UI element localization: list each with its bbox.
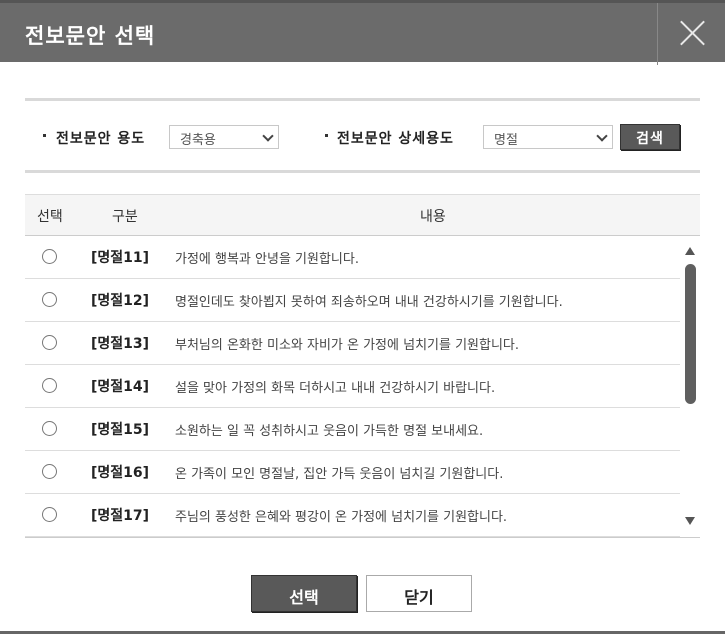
header-content: 내용 xyxy=(420,209,446,225)
chevron-down-icon xyxy=(596,130,608,142)
close-icon[interactable] xyxy=(657,3,725,65)
header-select: 선택 xyxy=(37,209,63,225)
detail-purpose-label: 전보문안 상세용도 xyxy=(337,131,454,147)
table-row[interactable]: [명절14] 설을 맞아 가정의 화목 더하시고 내내 건강하시기 바랍니다. xyxy=(25,365,680,408)
bullet-icon xyxy=(43,134,46,137)
select-radio[interactable] xyxy=(42,292,57,307)
select-radio[interactable] xyxy=(42,464,57,479)
table-row[interactable]: [명절13] 부처님의 온화한 미소와 자비가 온 가정에 넘치기를 기원합니다… xyxy=(25,322,680,365)
row-content: 명절인데도 찾아뵙지 못하여 죄송하오며 내내 건강하시기를 기원합니다. xyxy=(175,295,563,310)
row-category: [명절14] xyxy=(91,379,150,395)
row-content: 설을 맞아 가정의 화목 더하시고 내내 건강하시기 바랍니다. xyxy=(175,381,496,396)
select-radio[interactable] xyxy=(42,421,57,436)
select-radio[interactable] xyxy=(42,249,57,264)
row-content: 온 가족이 모인 명절날, 집안 가득 웃음이 넘치길 기원합니다. xyxy=(175,467,504,482)
search-button[interactable]: 검색 xyxy=(620,124,680,150)
dialog-titlebar: 전보문안 선택 xyxy=(0,0,725,65)
row-content: 가정에 행복과 안녕을 기원합니다. xyxy=(175,252,359,267)
purpose-label: 전보문안 용도 xyxy=(56,131,146,147)
row-category: [명절16] xyxy=(91,465,150,481)
table-row[interactable]: [명절16] 온 가족이 모인 명절날, 집안 가득 웃음이 넘치길 기원합니다… xyxy=(25,451,680,494)
table-row[interactable]: [명절15] 소원하는 일 꼭 성취하시고 웃음이 가득한 명절 보내세요. xyxy=(25,408,680,451)
row-content: 부처님의 온화한 미소와 자비가 온 가정에 넘치기를 기원합니다. xyxy=(175,338,520,353)
row-content: 주님의 풍성한 은혜와 평강이 온 가정에 넘치기를 기원합니다. xyxy=(175,510,508,525)
scroll-up-icon[interactable] xyxy=(685,247,695,255)
select-button[interactable]: 선택 xyxy=(251,575,357,612)
row-category: [명절11] xyxy=(91,250,150,266)
table-row[interactable]: [명절17] 주님의 풍성한 은혜와 평강이 온 가정에 넘치기를 기원합니다. xyxy=(25,494,680,537)
row-category: [명절13] xyxy=(91,336,150,352)
header-category: 구분 xyxy=(112,209,138,225)
bullet-icon xyxy=(325,134,328,137)
row-category: [명절15] xyxy=(91,422,150,438)
table-row[interactable]: [명절11] 가정에 행복과 안녕을 기원합니다. xyxy=(25,236,680,279)
chevron-down-icon xyxy=(262,130,274,142)
select-radio[interactable] xyxy=(42,507,57,522)
telegram-template-dialog: 전보문안 선택 전보문안 용도 경축용 전보문안 상세용도 명절 검색 선택 구… xyxy=(0,0,725,634)
row-category: [명절17] xyxy=(91,508,150,524)
row-category: [명절12] xyxy=(91,293,150,309)
select-radio[interactable] xyxy=(42,335,57,350)
row-content: 소원하는 일 꼭 성취하시고 웃음이 가득한 명절 보내세요. xyxy=(175,424,484,439)
template-list[interactable]: [명절11] 가정에 행복과 안녕을 기원합니다. [명절12] 명절인데도 찾… xyxy=(25,236,700,538)
scroll-down-icon[interactable] xyxy=(685,517,695,525)
select-radio[interactable] xyxy=(42,378,57,393)
dialog-title: 전보문안 선택 xyxy=(25,24,156,48)
scrollbar-thumb[interactable] xyxy=(685,264,696,404)
table-row[interactable]: [명절12] 명절인데도 찾아뵙지 못하여 죄송하오며 내내 건강하시기를 기원… xyxy=(25,279,680,322)
purpose-select-value: 경축용 xyxy=(180,133,216,148)
detail-select-value: 명절 xyxy=(494,133,518,148)
detail-purpose-select[interactable]: 명절 xyxy=(483,125,613,149)
table-header: 선택 구분 내용 xyxy=(25,194,700,236)
purpose-select[interactable]: 경축용 xyxy=(169,125,279,149)
search-panel: 전보문안 용도 경축용 전보문안 상세용도 명절 검색 xyxy=(25,98,700,173)
close-button[interactable]: 닫기 xyxy=(366,575,472,612)
